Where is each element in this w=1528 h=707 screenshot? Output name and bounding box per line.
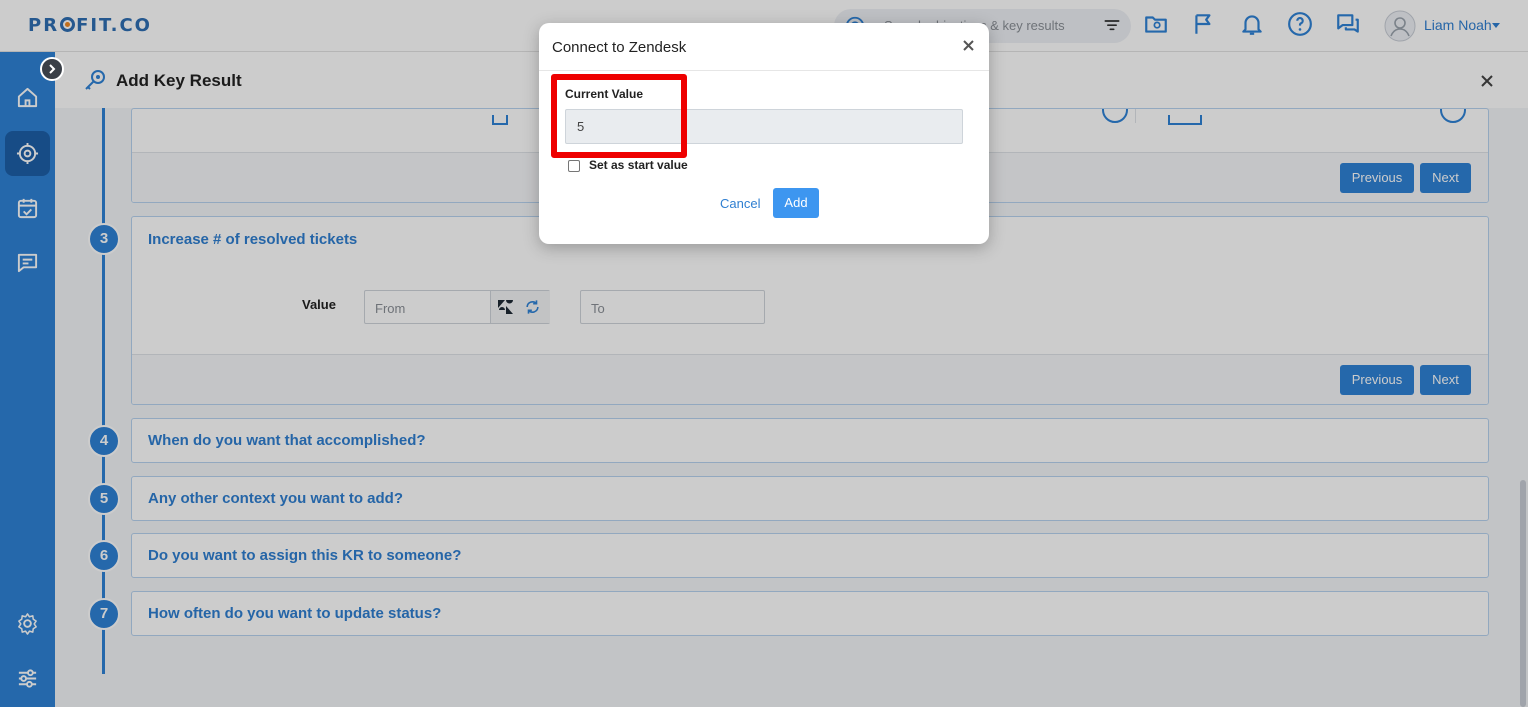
current-value-input[interactable] xyxy=(565,109,963,144)
connect-zendesk-dialog: Connect to Zendesk Current Value Set as … xyxy=(539,23,989,244)
close-icon[interactable] xyxy=(963,40,974,51)
current-value-label: Current Value xyxy=(565,87,644,101)
cancel-button[interactable]: Cancel xyxy=(720,196,760,211)
sidebar-collapse-button[interactable] xyxy=(40,57,64,81)
start-value-label[interactable]: Set as start value xyxy=(589,158,688,172)
start-value-checkbox[interactable] xyxy=(568,160,580,172)
add-button[interactable]: Add xyxy=(773,188,819,218)
dialog-divider xyxy=(539,70,989,71)
dialog-title: Connect to Zendesk xyxy=(552,39,687,56)
chevron-right-icon xyxy=(49,64,56,74)
